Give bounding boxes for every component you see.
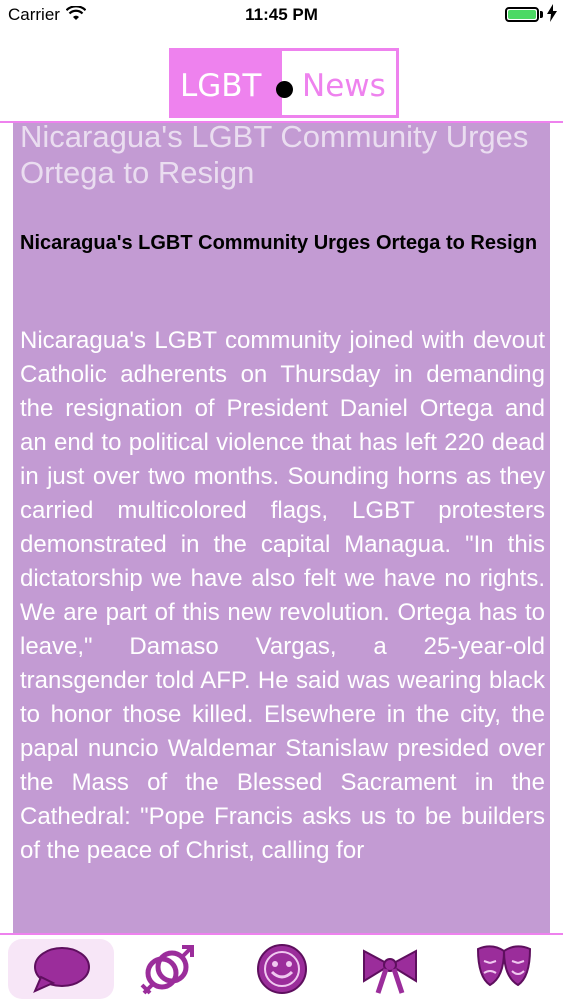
article-body: Nicaragua's LGBT community joined with d… xyxy=(20,327,545,864)
battery-icon xyxy=(505,7,539,22)
tab-bar xyxy=(0,933,563,1002)
status-bar: Carrier 11:45 PM xyxy=(0,0,563,30)
app-logo: LGBT News xyxy=(169,48,399,118)
logo-dot xyxy=(276,81,293,98)
charging-icon xyxy=(547,4,557,27)
tab-community[interactable] xyxy=(252,941,312,997)
battery-tip xyxy=(540,11,543,18)
article-view[interactable]: Nicaragua's LGBT Community Urges Ortega … xyxy=(13,123,550,933)
article-subtitle: Nicaragua's LGBT Community Urges Ortega … xyxy=(20,232,538,254)
tab-news[interactable] xyxy=(31,941,91,997)
theater-masks-icon xyxy=(476,945,532,987)
article-title: Nicaragua's LGBT Community Urges Ortega … xyxy=(20,123,529,190)
tab-awareness[interactable] xyxy=(360,941,420,997)
smiley-face-icon xyxy=(257,944,307,994)
bow-ribbon-icon xyxy=(363,949,417,994)
logo-text-news: News xyxy=(302,68,386,104)
clock: 11:45 PM xyxy=(245,5,318,24)
tab-gender[interactable] xyxy=(138,941,198,997)
tab-entertainment[interactable] xyxy=(474,941,534,997)
gender-symbols-icon xyxy=(140,945,194,995)
speech-bubble-icon xyxy=(33,947,90,993)
logo-text-lgbt: LGBT xyxy=(180,68,262,104)
